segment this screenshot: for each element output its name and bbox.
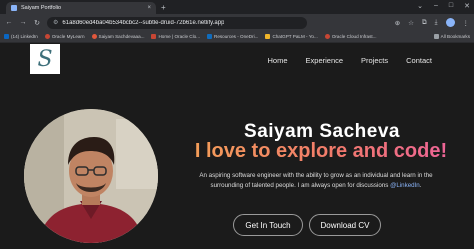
maximize-icon[interactable]: □ bbox=[449, 2, 453, 10]
site-logo[interactable]: S bbox=[30, 44, 60, 74]
close-tab-icon[interactable]: × bbox=[147, 5, 151, 11]
tab-title: Saiyam Portfolio bbox=[21, 5, 62, 11]
new-tab-icon[interactable]: + bbox=[161, 3, 166, 12]
folder-icon bbox=[433, 34, 439, 39]
window-controls: ⌄ – □ ✕ bbox=[417, 2, 470, 10]
browser-tab-bar: Saiyam Portfolio × + ⌄ – □ ✕ bbox=[0, 0, 474, 14]
browser-toolbar: ← → ↻ ⚙ 61a8d60ed4ba04b534bcbc2--subtle-… bbox=[0, 14, 474, 31]
site-favicon-icon bbox=[11, 5, 17, 11]
reload-icon[interactable]: ↻ bbox=[33, 19, 41, 27]
onedrive-icon bbox=[207, 34, 213, 39]
nav-home[interactable]: Home bbox=[268, 56, 288, 65]
url-text[interactable]: 61a8d60ed4ba04b534bcbc2--subtle-druid-72… bbox=[62, 20, 224, 26]
tab-search-icon[interactable]: ⌄ bbox=[417, 2, 423, 10]
profile-photo bbox=[24, 109, 158, 243]
bio-line-1: An aspiring software engineer with the a… bbox=[199, 172, 433, 179]
nav-projects[interactable]: Projects bbox=[361, 56, 388, 65]
oracle-icon bbox=[324, 34, 330, 39]
bookmark-oracle-mylearn[interactable]: Oracle MyLearn bbox=[44, 34, 85, 39]
extension-icon[interactable]: ⧉ bbox=[422, 19, 427, 27]
back-icon[interactable]: ← bbox=[5, 19, 13, 26]
profile-icon bbox=[91, 34, 97, 39]
close-window-icon[interactable]: ✕ bbox=[464, 2, 470, 10]
download-icon[interactable]: ⤓ bbox=[435, 19, 438, 27]
browser-tab[interactable]: Saiyam Portfolio × bbox=[6, 2, 156, 14]
menu-icon[interactable]: ⋮ bbox=[463, 19, 470, 27]
hero-bio: An aspiring software engineer with the a… bbox=[166, 171, 466, 190]
bookmark-star-icon[interactable]: ☆ bbox=[408, 19, 414, 27]
bookmark-oracle-cloud[interactable]: Home | Oracle Clo... bbox=[151, 34, 200, 39]
bio-end: . bbox=[419, 181, 422, 189]
bookmark-saiyam[interactable]: Saiyam Sachdevaaa... bbox=[91, 34, 144, 39]
hero-tagline: I love to explore and code! bbox=[168, 140, 474, 163]
install-icon[interactable]: ⊕ bbox=[395, 19, 400, 27]
linkedin-link[interactable]: @LinkedIn bbox=[390, 182, 420, 189]
address-bar[interactable]: ⚙ 61a8d60ed4ba04b534bcbc2--subtle-druid-… bbox=[47, 16, 307, 29]
bookmark-chatgpt[interactable]: ChatGPT PaLM - Yo... bbox=[265, 34, 318, 39]
site-info-icon[interactable]: ⚙ bbox=[53, 19, 58, 26]
site-nav: Home Experience Projects Contact bbox=[268, 56, 433, 65]
chat-icon bbox=[265, 34, 271, 39]
oracle-icon bbox=[44, 34, 50, 39]
forward-icon[interactable]: → bbox=[19, 19, 27, 26]
minimize-icon[interactable]: – bbox=[434, 2, 438, 10]
all-bookmarks[interactable]: All Bookmarks bbox=[433, 34, 470, 39]
nav-contact[interactable]: Contact bbox=[406, 56, 432, 65]
bookmarks-bar: (14) LinkedIn Oracle MyLearn Saiyam Sach… bbox=[0, 31, 474, 43]
bookmark-linkedin[interactable]: (14) LinkedIn bbox=[4, 34, 38, 39]
toolbar-right: ⊕ ☆ ⧉ ⤓ ⋮ bbox=[395, 18, 469, 27]
linkedin-icon bbox=[4, 34, 9, 39]
download-cv-button[interactable]: Download CV bbox=[309, 214, 381, 236]
document-icon bbox=[151, 34, 157, 39]
profile-avatar[interactable] bbox=[445, 18, 455, 27]
logo-letter: S bbox=[37, 46, 53, 72]
nav-experience[interactable]: Experience bbox=[306, 56, 344, 65]
bookmark-onedrive[interactable]: Resources - OneDri... bbox=[207, 34, 258, 39]
portfolio-page: S Home Experience Projects Contact Saiya… bbox=[0, 43, 474, 249]
get-in-touch-button[interactable]: Get In Touch bbox=[233, 214, 303, 236]
bookmark-oracle-infra[interactable]: Oracle Cloud Infrast... bbox=[324, 34, 377, 39]
profile-photo-image bbox=[24, 109, 158, 243]
bio-line-2: surrounding of talented people. I am alw… bbox=[210, 181, 391, 189]
